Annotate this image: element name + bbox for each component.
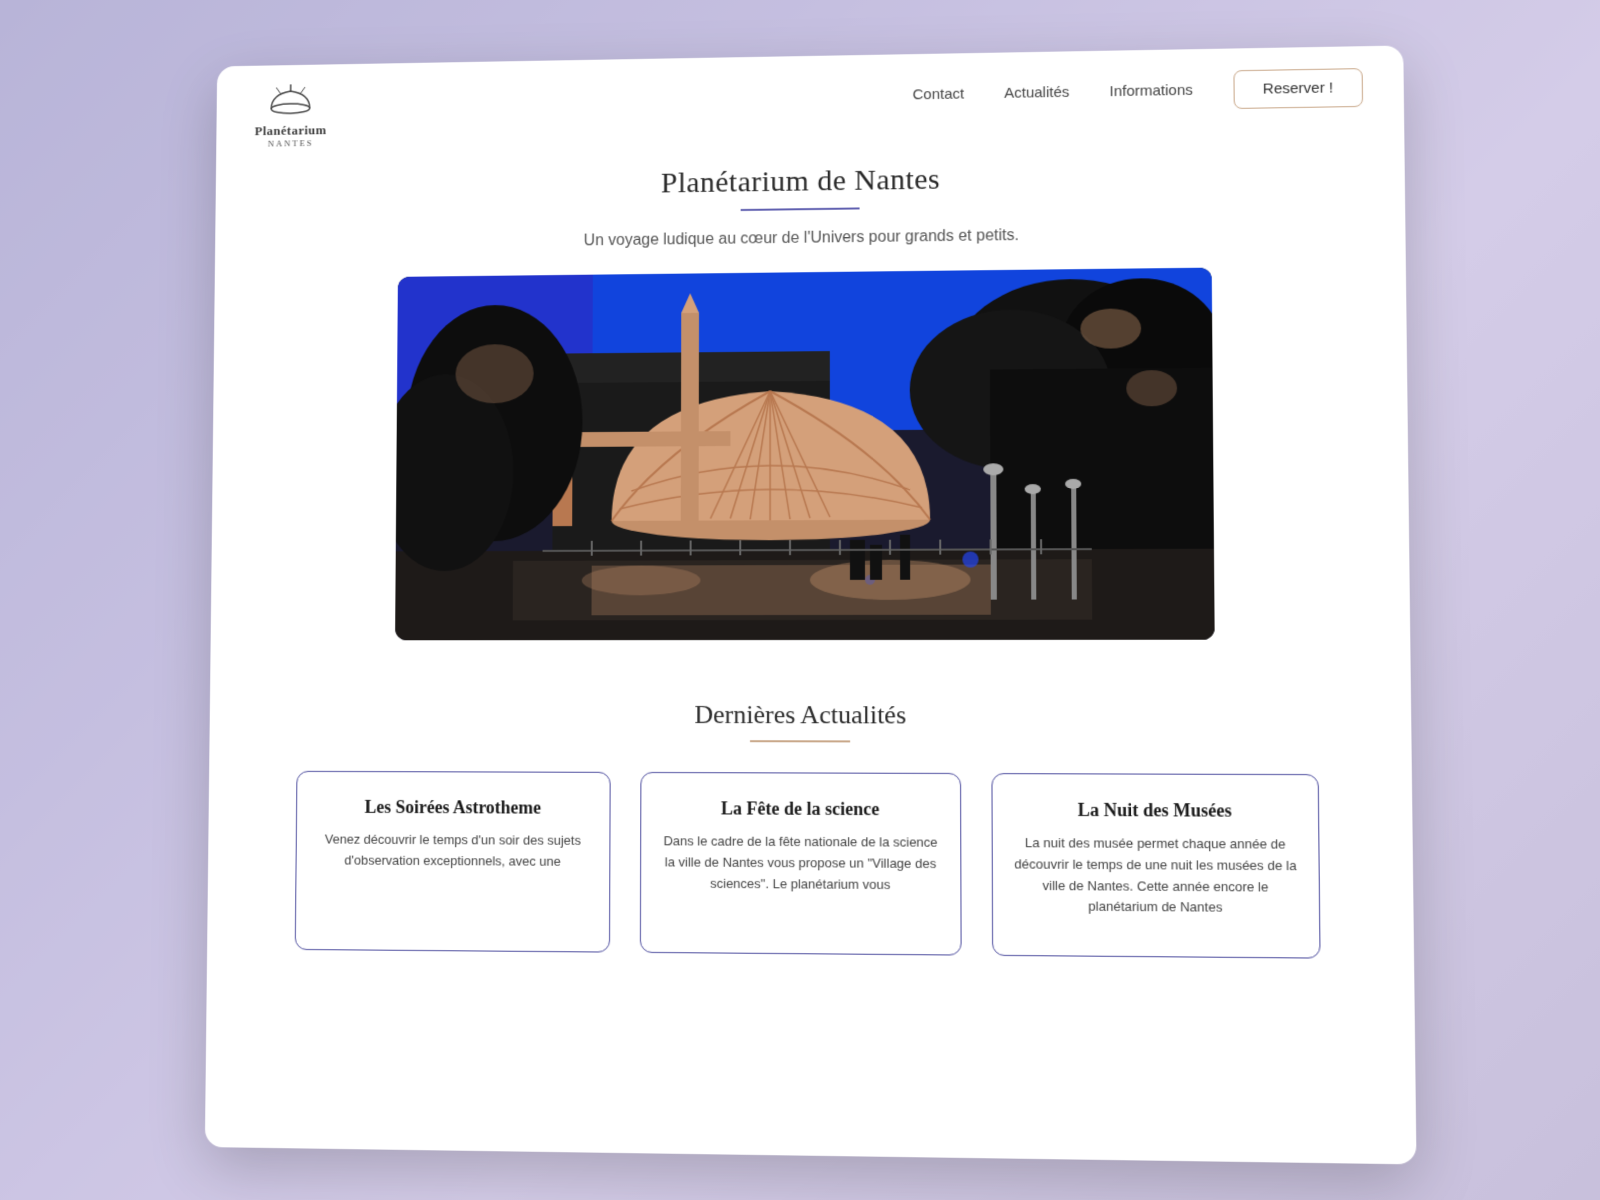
section-title-actualites: Dernières Actualités [229,700,1391,732]
planetarium-logo-icon [267,79,315,123]
card-astrotheme[interactable]: Les Soirées Astrotheme Venez découvrir l… [295,771,611,953]
hero-subtitle: Un voyage ludique au cœur de l'Univers p… [234,223,1385,255]
actualites-section: Dernières Actualités Les Soirées Astroth… [207,660,1414,980]
card-fete-science[interactable]: La Fête de la science Dans le cadre de l… [640,772,962,956]
nav-link-informations[interactable]: Informations [1110,82,1193,100]
logo-text-main: Planétarium [255,122,327,139]
hero-title: Planétarium de Nantes [235,157,1385,207]
card-fete-science-text: Dans le cadre de la fête nationale de la… [661,831,940,896]
card-fete-science-title: La Fête de la science [661,798,940,820]
card-nuit-musees[interactable]: La Nuit des Musées La nuit des musée per… [991,773,1320,959]
logo-text-sub: NANTES [268,138,314,148]
page-wrapper: Planétarium NANTES Contact Actualités In… [205,45,1417,1164]
card-astrotheme-text: Venez découvrir le temps d'un soir des s… [316,830,590,873]
card-nuit-musees-text: La nuit des musée permet chaque année de… [1013,833,1298,920]
cards-row: Les Soirées Astrotheme Venez découvrir l… [227,771,1394,960]
card-nuit-musees-title: La Nuit des Musées [1013,799,1298,822]
hero-title-underline [741,207,860,211]
hero-image-svg [395,268,1215,641]
nav-link-contact[interactable]: Contact [913,86,965,104]
nav-link-actualites[interactable]: Actualités [1004,84,1069,102]
reserve-button[interactable]: Reserver ! [1233,68,1363,109]
hero-section: Planétarium de Nantes Un voyage ludique … [210,116,1410,660]
logo[interactable]: Planétarium NANTES [255,79,328,149]
card-astrotheme-title: Les Soirées Astrotheme [316,797,589,819]
hero-image [395,268,1215,641]
section-underline [750,740,850,742]
